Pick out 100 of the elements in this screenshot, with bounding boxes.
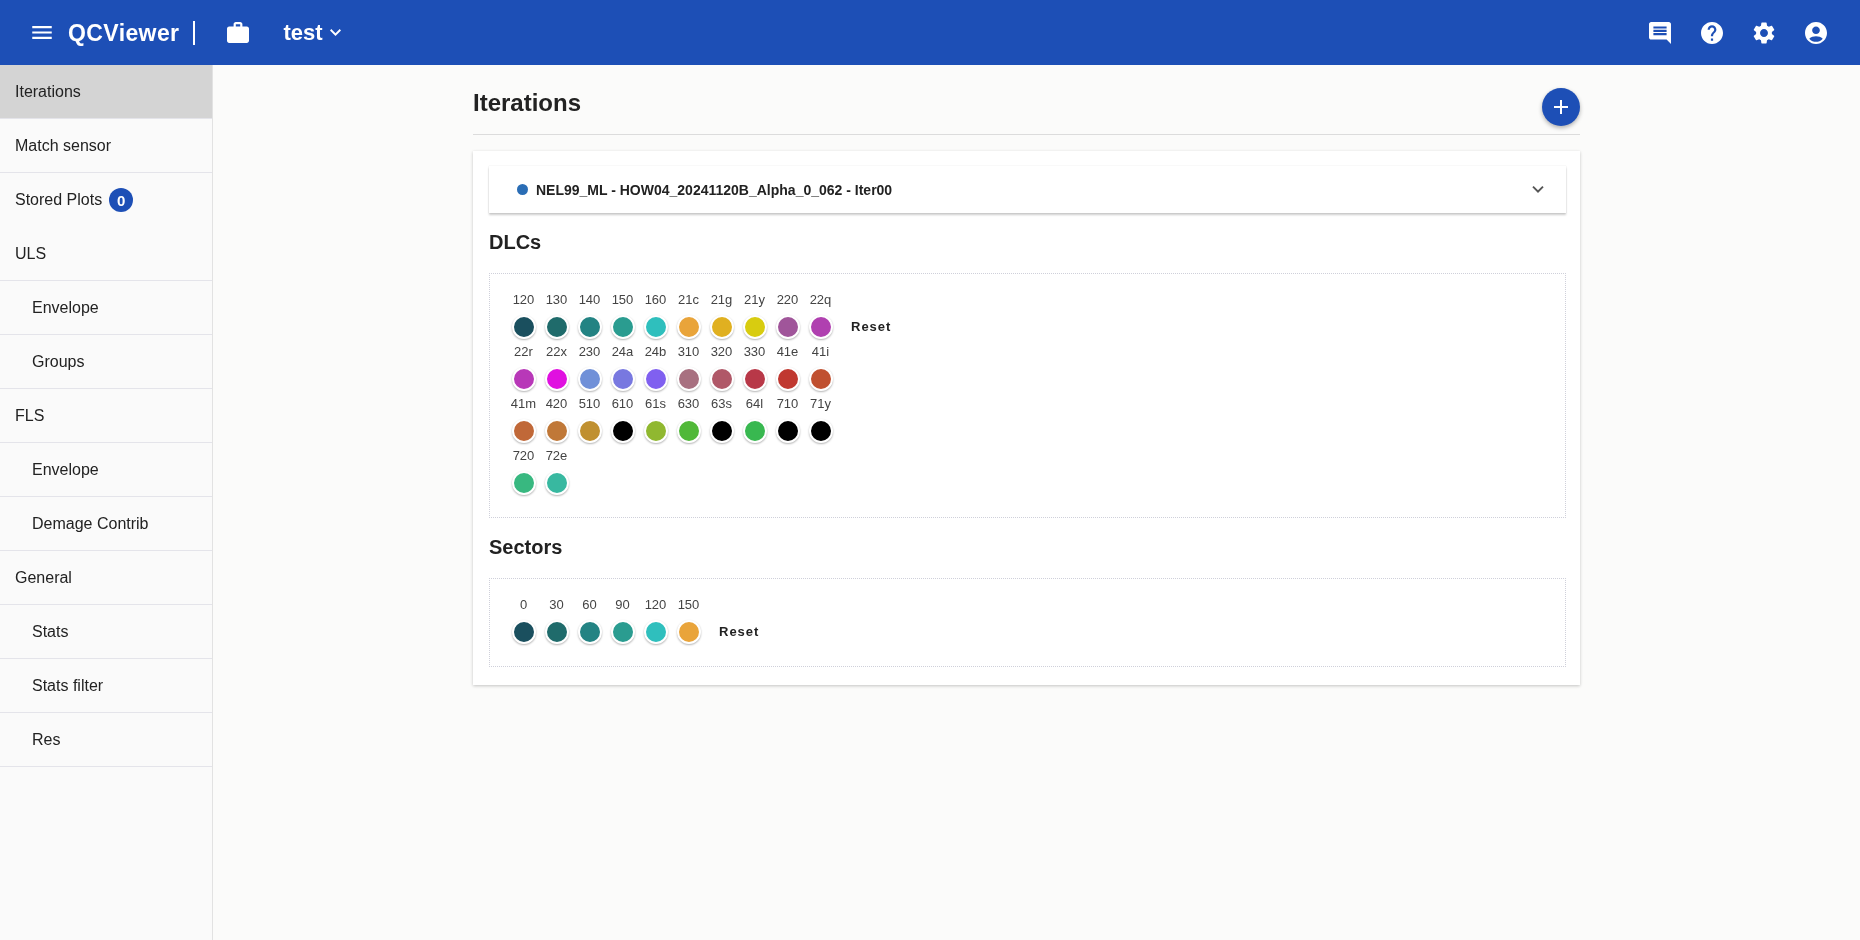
swatch-icon[interactable]	[610, 315, 635, 339]
swatch-icon[interactable]	[610, 367, 635, 391]
count-badge: 0	[109, 188, 134, 212]
swatch-label: 21y	[744, 291, 765, 309]
swatch-label: 30	[549, 596, 564, 614]
swatch-icon[interactable]	[577, 419, 602, 443]
swatch-icon[interactable]	[544, 367, 569, 391]
swatch-label: 60	[582, 596, 597, 614]
swatch-label: 120	[512, 291, 535, 309]
swatch-label: 610	[611, 395, 634, 413]
swatch-label: 22r	[514, 343, 533, 361]
swatch-icon[interactable]	[544, 419, 569, 443]
swatch-icon[interactable]	[511, 620, 536, 644]
sidebar-item[interactable]: General	[0, 551, 212, 605]
add-button[interactable]	[1542, 88, 1580, 126]
swatch-icon[interactable]	[808, 315, 833, 339]
account-icon[interactable]	[1805, 21, 1827, 44]
plus-icon	[1554, 100, 1568, 114]
swatch-label: 61s	[645, 395, 666, 413]
briefcase-icon	[227, 22, 250, 43]
swatch-label: 310	[677, 343, 700, 361]
swatch-icon[interactable]	[643, 419, 668, 443]
sidebar-item[interactable]: Stats	[0, 605, 212, 659]
swatch-label: 90	[615, 596, 630, 614]
sidebar-item[interactable]: Demage Contrib	[0, 497, 212, 551]
caret-icon	[329, 29, 341, 36]
swatch-icon[interactable]	[511, 419, 536, 443]
swatch-label: 330	[743, 343, 766, 361]
swatch-icon[interactable]	[511, 367, 536, 391]
section-title: DLCs	[489, 230, 543, 255]
swatch-label: 220	[776, 291, 799, 309]
swatch-icon[interactable]	[808, 419, 833, 443]
swatch-label: 150	[611, 291, 634, 309]
swatch-icon[interactable]	[643, 315, 668, 339]
sidebar-item[interactable]: Res	[0, 713, 212, 767]
swatch-icon[interactable]	[577, 367, 602, 391]
sidebar-item[interactable]: Stats filter	[0, 659, 212, 713]
swatch-icon[interactable]	[577, 315, 602, 339]
swatch-icon[interactable]	[709, 315, 734, 339]
sidebar-item[interactable]: Match sensor	[0, 119, 212, 173]
section-title: Sectors	[489, 535, 564, 560]
swatch-icon[interactable]	[742, 315, 767, 339]
swatch-label: 41e	[776, 343, 799, 361]
swatch-label: 720	[512, 447, 535, 465]
reset-button[interactable]: Reset	[713, 620, 766, 643]
help-icon[interactable]	[1701, 21, 1723, 44]
swatch-label: 24b	[644, 343, 667, 361]
swatch-icon[interactable]	[610, 620, 635, 644]
project-dropdown[interactable]: test	[283, 18, 341, 47]
swatch-label: 21c	[678, 291, 699, 309]
swatch-label: 130	[545, 291, 568, 309]
swatch-icon[interactable]	[610, 419, 635, 443]
sidebar-item[interactable]: Groups	[0, 335, 212, 389]
page-title: Iterations	[473, 88, 582, 118]
reset-button[interactable]: Reset	[845, 315, 898, 338]
swatch-icon[interactable]	[775, 367, 800, 391]
swatch-label: 510	[578, 395, 601, 413]
comment-icon[interactable]	[1649, 21, 1671, 44]
swatch-icon[interactable]	[709, 367, 734, 391]
sidebar-item[interactable]: Envelope	[0, 443, 212, 497]
swatch-icon[interactable]	[511, 315, 536, 339]
swatch-icon[interactable]	[544, 315, 569, 339]
swatch-label: 420	[545, 395, 568, 413]
swatch-icon[interactable]	[544, 471, 569, 495]
app-title: QCViewer	[68, 18, 180, 47]
swatch-icon[interactable]	[775, 315, 800, 339]
settings-icon[interactable]	[1753, 21, 1775, 44]
iteration-panel[interactable]: NEL99_ML - HOW04_20241120B_Alpha_0_062 - Iter00	[489, 166, 1566, 213]
swatch-icon[interactable]	[676, 367, 701, 391]
swatch-label: 21g	[710, 291, 733, 309]
menu-icon[interactable]	[32, 26, 52, 39]
sidebar-item[interactable]: Stored Plots 0	[0, 173, 212, 227]
swatch-icon[interactable]	[709, 419, 734, 443]
swatch-label: 0	[519, 596, 528, 614]
swatch-label: 140	[578, 291, 601, 309]
swatch-label: 41m	[510, 395, 537, 413]
swatch-label: 22q	[809, 291, 832, 309]
sidebar-item[interactable]: Iterations	[0, 65, 212, 119]
swatch-label: 160	[644, 291, 667, 309]
swatch-icon[interactable]	[643, 367, 668, 391]
swatch-label: 63s	[711, 395, 732, 413]
swatch-label: 320	[710, 343, 733, 361]
swatch-icon[interactable]	[676, 315, 701, 339]
swatch-label: 71y	[810, 395, 831, 413]
swatch-icon[interactable]	[676, 419, 701, 443]
swatch-icon[interactable]	[742, 367, 767, 391]
sidebar-item[interactable]: ULS	[0, 227, 212, 281]
sidebar-item[interactable]: FLS	[0, 389, 212, 443]
swatch-label: 72e	[545, 447, 568, 465]
sidebar-item[interactable]: Envelope	[0, 281, 212, 335]
swatch-icon[interactable]	[544, 620, 569, 644]
swatch-label: 710	[776, 395, 799, 413]
swatch-icon[interactable]	[742, 419, 767, 443]
swatch-icon[interactable]	[511, 471, 536, 495]
swatch-icon[interactable]	[775, 419, 800, 443]
swatch-icon[interactable]	[577, 620, 602, 644]
swatch-icon[interactable]	[676, 620, 701, 644]
swatch-icon[interactable]	[643, 620, 668, 644]
swatch-icon[interactable]	[808, 367, 833, 391]
swatch-label: 22x	[546, 343, 567, 361]
